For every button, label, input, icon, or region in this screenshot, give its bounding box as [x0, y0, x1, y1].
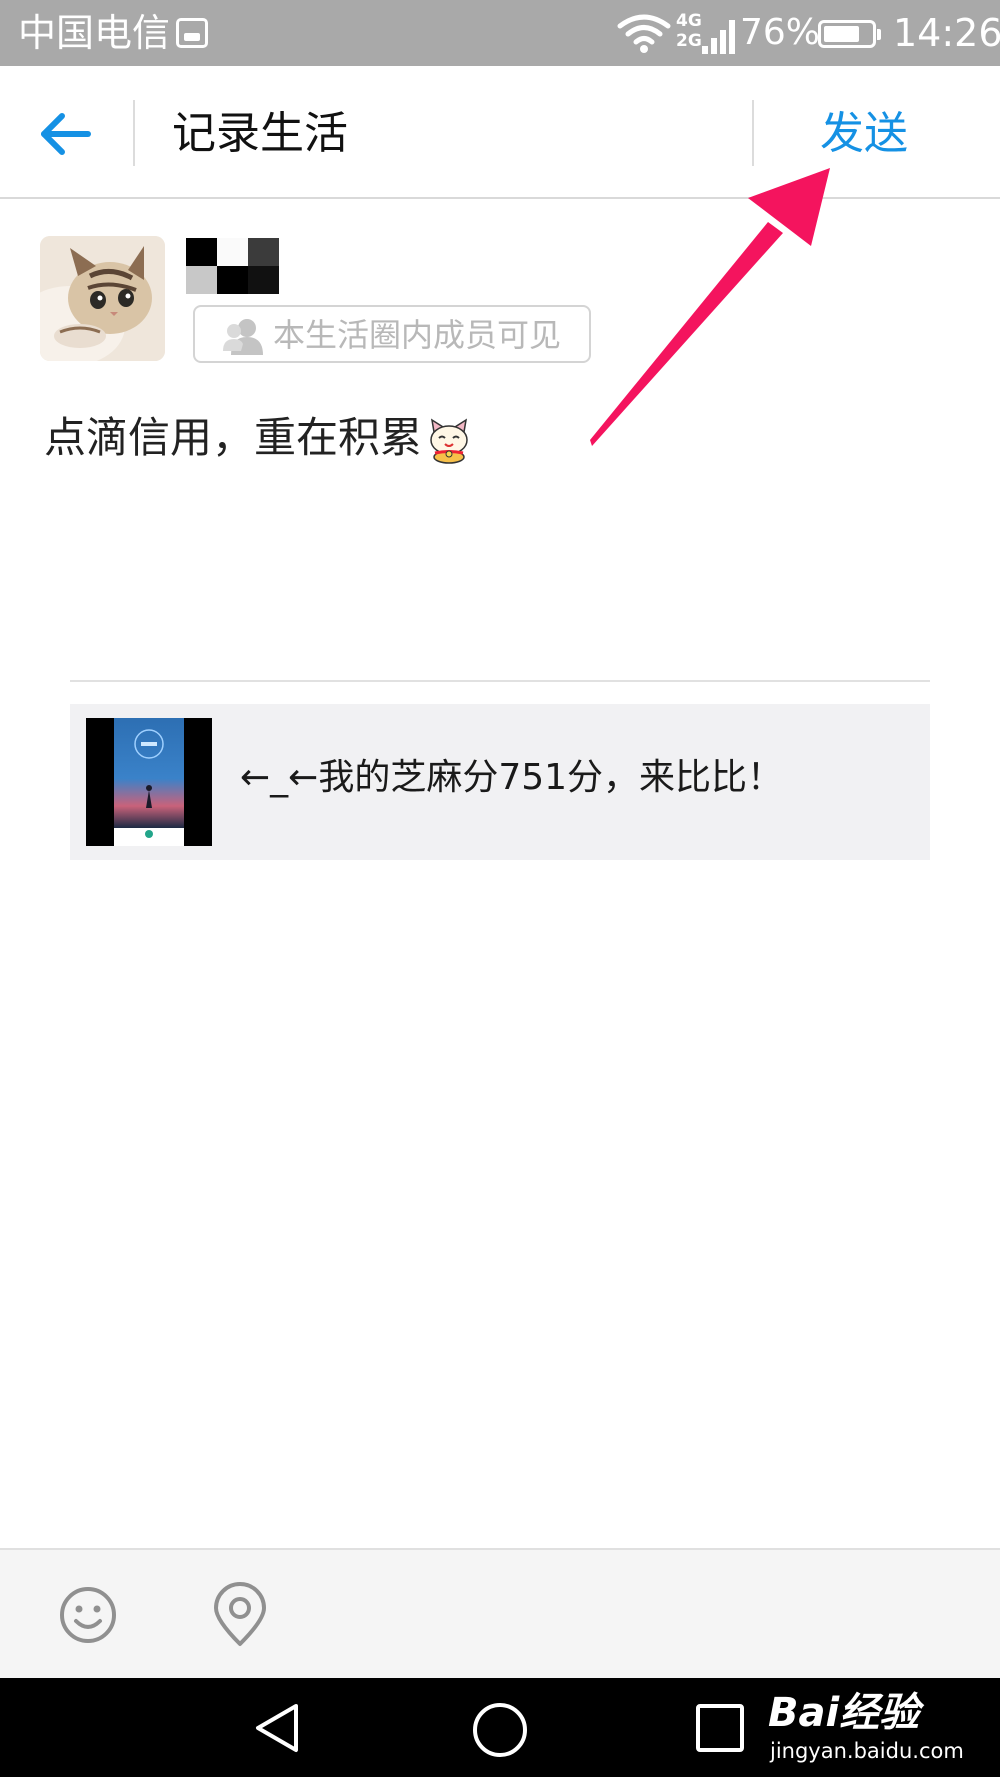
back-button[interactable]	[30, 96, 106, 172]
clock: 14:26	[893, 11, 1000, 55]
people-icon	[223, 319, 263, 355]
location-pin-icon[interactable]	[212, 1582, 268, 1648]
status-bar: 中国电信 4G 2G 76% 14:26	[0, 0, 1000, 66]
content-divider	[70, 680, 930, 682]
battery-icon	[818, 20, 881, 48]
smiley-icon[interactable]	[58, 1585, 118, 1645]
kitten-avatar-image	[40, 236, 165, 361]
carrier-label: 中国电信	[18, 11, 171, 55]
watermark-url: jingyan.baidu.com	[770, 1739, 964, 1763]
wifi-icon	[617, 14, 671, 53]
header-divider	[752, 100, 754, 166]
triangle-back-icon[interactable]	[250, 1700, 304, 1756]
avatar[interactable]	[40, 236, 165, 361]
baidu-jingyan-watermark: Bai经验 jingyan.baidu.com	[760, 1690, 990, 1770]
lucky-cat-emoji-icon	[430, 417, 468, 464]
image-notification-icon	[176, 18, 208, 48]
share-card[interactable]: ←_←我的芝麻分751分，来比比！	[70, 704, 930, 860]
compose-toolbar	[0, 1548, 1000, 1678]
send-button[interactable]: 发送	[820, 106, 908, 162]
signal-icon: 4G 2G	[676, 10, 742, 56]
network-type-2g: 2G	[676, 31, 702, 51]
network-type-4g: 4G	[676, 11, 702, 31]
page-title: 记录生活	[172, 108, 348, 159]
arrow-left-icon	[41, 113, 91, 155]
circle-home-icon[interactable]	[470, 1700, 530, 1760]
share-card-text: ←_←我的芝麻分751分，来比比！	[240, 757, 784, 798]
post-text: 点滴信用，重在积累	[44, 413, 423, 462]
battery-percent: 76%	[740, 12, 821, 53]
square-recent-icon[interactable]	[694, 1702, 746, 1754]
share-thumbnail	[86, 718, 212, 846]
username-redacted	[186, 238, 279, 294]
system-nav-bar: Bai经验 jingyan.baidu.com	[0, 1678, 1000, 1777]
watermark-brand: Bai经验	[768, 1690, 920, 1736]
post-text-input[interactable]: 点滴信用，重在积累	[44, 410, 472, 466]
header-divider	[133, 100, 135, 166]
app-header: 记录生活 发送	[0, 66, 1000, 199]
visibility-label: 本生活圈内成员可见	[273, 316, 562, 354]
visibility-selector[interactable]: 本生活圈内成员可见	[193, 305, 591, 363]
